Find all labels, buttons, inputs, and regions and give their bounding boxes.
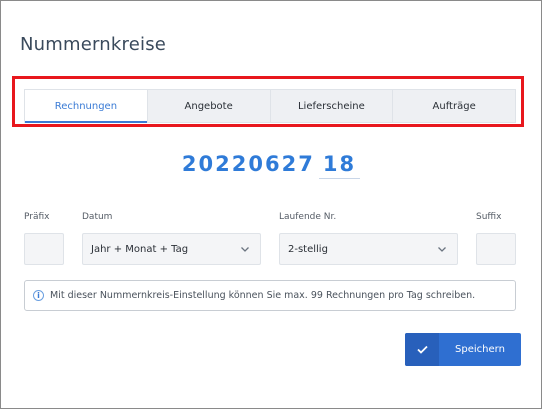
prefix-input[interactable] xyxy=(24,233,64,265)
info-banner: i Mit dieser Nummernkreis-Einstellung kö… xyxy=(24,280,516,311)
date-select[interactable]: Jahr + Monat + Tag xyxy=(82,233,261,265)
tab-rechnungen[interactable]: Rechnungen xyxy=(25,90,148,123)
info-icon: i xyxy=(33,290,44,301)
sequence-select-value: 2-stellig xyxy=(288,243,328,255)
tab-lieferscheine[interactable]: Lieferscheine xyxy=(271,90,394,122)
check-icon xyxy=(405,333,439,366)
tab-label: Lieferscheine xyxy=(297,100,365,112)
save-button-label: Speichern xyxy=(455,344,505,355)
sequence-label: Laufende Nr. xyxy=(279,212,337,222)
date-select-value: Jahr + Monat + Tag xyxy=(91,243,189,255)
tab-label: Rechnungen xyxy=(54,100,118,112)
chevron-down-icon xyxy=(241,247,249,252)
info-text: Mit dieser Nummernkreis-Einstellung könn… xyxy=(50,290,476,301)
tab-angebote[interactable]: Angebote xyxy=(148,90,271,122)
number-preview: 20220627 18 xyxy=(0,152,542,179)
tab-label: Angebote xyxy=(184,100,233,112)
tab-label: Aufträge xyxy=(432,100,476,112)
suffix-input[interactable] xyxy=(476,233,516,265)
preview-date-part: 20220627 xyxy=(181,152,315,176)
preview-sequence-part: 18 xyxy=(318,152,361,179)
prefix-label: Präfix xyxy=(24,212,50,222)
tab-auftraege[interactable]: Aufträge xyxy=(393,90,515,122)
tab-bar: Rechnungen Angebote Lieferscheine Aufträ… xyxy=(24,89,516,123)
dialog-title: Nummernkreise xyxy=(20,34,167,55)
date-label: Datum xyxy=(82,212,113,222)
suffix-label: Suffix xyxy=(476,212,502,222)
sequence-select[interactable]: 2-stellig xyxy=(279,233,458,265)
save-button[interactable]: Speichern xyxy=(405,333,521,366)
chevron-down-icon xyxy=(438,247,446,252)
